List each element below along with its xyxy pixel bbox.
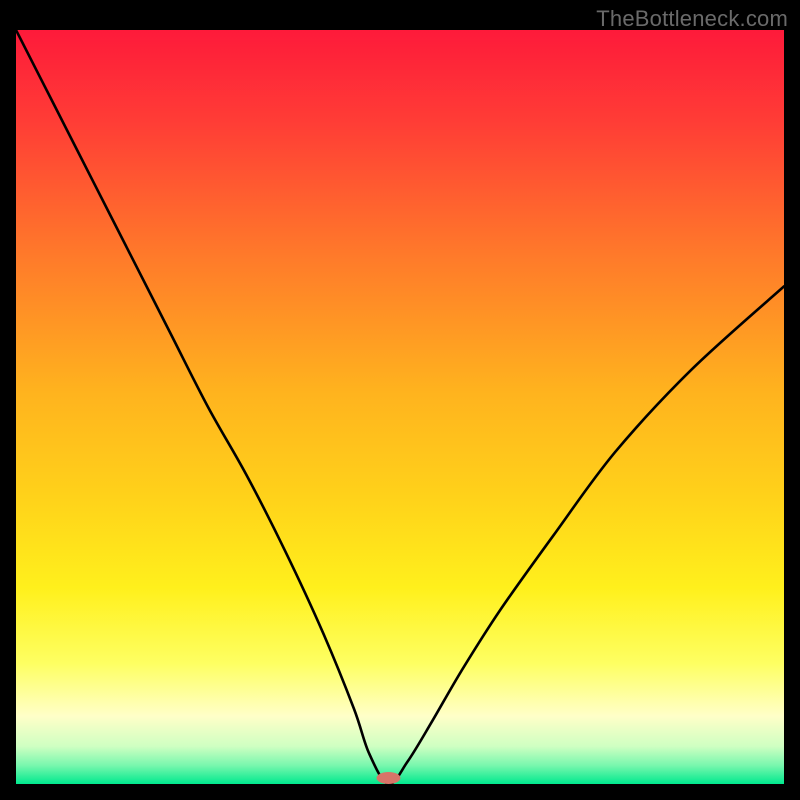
gradient-background	[16, 30, 784, 784]
watermark-text: TheBottleneck.com	[596, 6, 788, 32]
minimum-marker	[377, 772, 401, 784]
plot-svg	[16, 30, 784, 784]
chart-frame: TheBottleneck.com	[0, 0, 800, 800]
plot-area	[16, 30, 784, 784]
